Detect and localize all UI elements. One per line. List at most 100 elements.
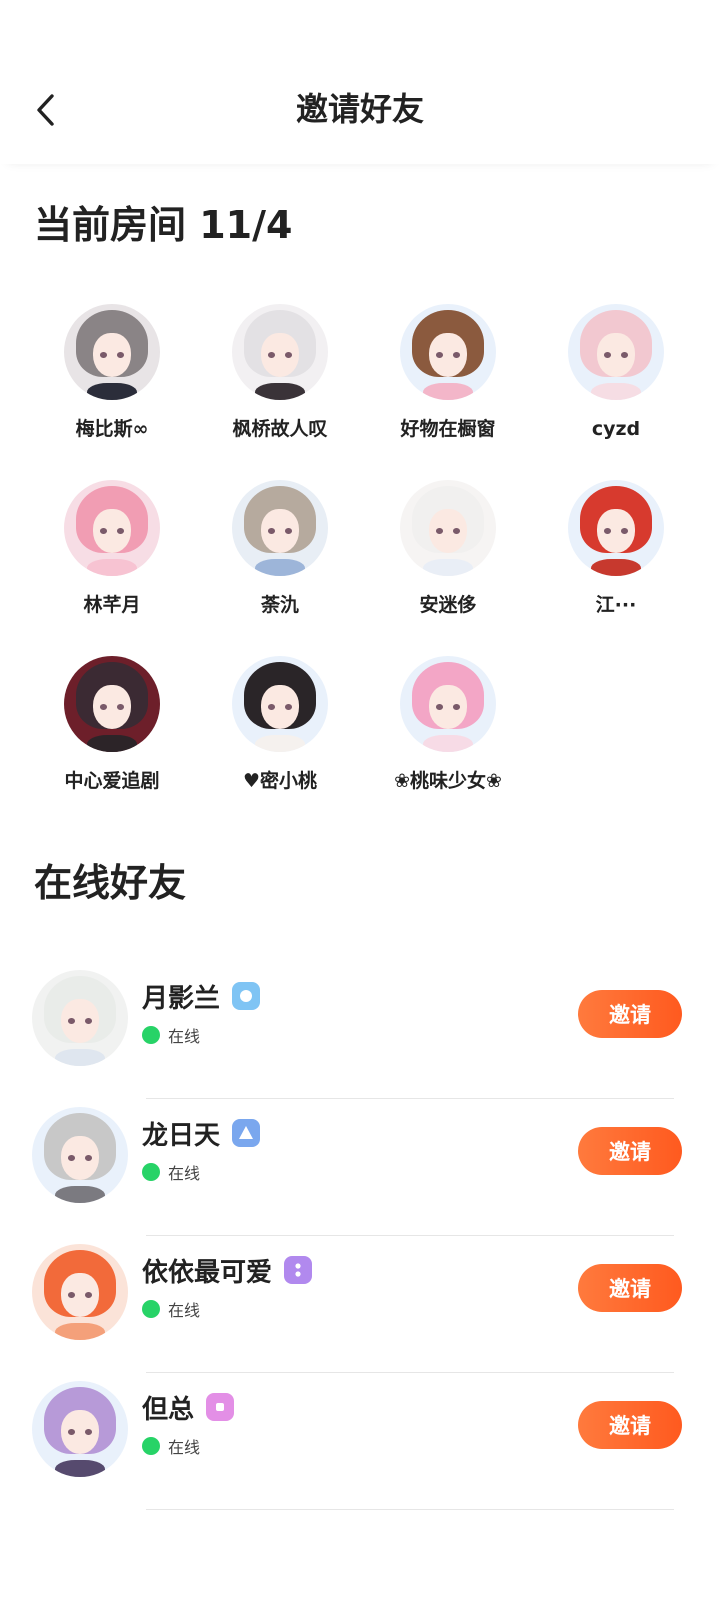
member-name: 好物在橱窗 — [400, 418, 496, 440]
avatar-eye — [284, 704, 292, 710]
avatar-eye — [452, 352, 460, 358]
room-member[interactable]: 中心爱追剧 — [28, 656, 196, 794]
online-dot-icon — [142, 1163, 160, 1181]
avatar — [232, 304, 328, 400]
avatar-eye — [268, 352, 276, 358]
status-bar — [0, 0, 720, 64]
avatar — [400, 656, 496, 752]
avatar-face — [428, 508, 468, 553]
avatar-body — [423, 558, 473, 576]
avatar-body — [423, 734, 473, 752]
avatar — [32, 1244, 128, 1340]
avatar — [400, 480, 496, 576]
avatar — [400, 304, 496, 400]
avatar-face — [60, 998, 100, 1043]
avatar-face — [60, 1409, 100, 1454]
invite-button[interactable]: 邀请 — [578, 990, 682, 1038]
member-name: 江··· — [595, 594, 637, 616]
avatar-face — [428, 684, 468, 729]
online-status-text: 在线 — [168, 1438, 201, 1457]
friend-row: 龙日天在线 邀请 — [0, 1099, 720, 1236]
room-member[interactable]: cyzd — [532, 304, 700, 442]
friend-name-line: 依依最可爱 — [142, 1250, 313, 1290]
avatar-face — [60, 1135, 100, 1180]
avatar-body — [255, 734, 305, 752]
avatar-eye — [268, 528, 276, 534]
avatar-body — [87, 382, 137, 400]
online-friend-list: 月影兰 在线 邀请 龙日天 在线 邀请 依依最可爱 在线 邀请 但总 在线 邀请 — [0, 962, 720, 1510]
avatar-eye — [436, 528, 444, 534]
member-name: 中心爱追剧 — [64, 770, 160, 792]
avatar-body — [423, 382, 473, 400]
room-member-grid: 梅比斯∞ 枫桥故人叹 好物在橱窗 cyzd 林芊月 荼氿 安迷侈 江··· 中心爱追剧 ♥密小桃 ❀… — [0, 304, 720, 794]
invite-button[interactable]: 邀请 — [578, 1264, 682, 1312]
friend-name: 龙日天 — [142, 1120, 221, 1151]
room-member[interactable]: 安迷侈 — [364, 480, 532, 618]
avatar-eye — [84, 1292, 92, 1298]
online-dot-icon — [142, 1300, 160, 1318]
room-member[interactable]: 林芊月 — [28, 480, 196, 618]
online-dot-icon — [142, 1437, 160, 1455]
friend-name: 月影兰 — [142, 983, 221, 1014]
avatar — [568, 480, 664, 576]
avatar-face — [92, 508, 132, 553]
friend-name-line: 龙日天 — [142, 1113, 261, 1153]
online-friends-title: 在线好友 — [34, 861, 187, 905]
avatar-eye — [604, 528, 612, 534]
room-member[interactable]: ❀桃味少女❀ — [364, 656, 532, 794]
level-circle-badge-icon — [232, 982, 261, 1010]
avatar-body — [87, 734, 137, 752]
back-button[interactable] — [22, 86, 70, 134]
avatar-body — [87, 558, 137, 576]
online-dot-icon — [142, 1026, 160, 1044]
avatar-eye — [68, 1429, 76, 1435]
avatar-face — [92, 684, 132, 729]
avatar-face — [596, 508, 636, 553]
invite-button[interactable]: 邀请 — [578, 1401, 682, 1449]
avatar-body — [255, 558, 305, 576]
avatar-face — [260, 332, 300, 377]
avatar-eye — [436, 704, 444, 710]
avatar — [64, 480, 160, 576]
member-name: 安迷侈 — [419, 594, 477, 616]
avatar-eye — [116, 528, 124, 534]
room-member[interactable]: 枫桥故人叹 — [196, 304, 364, 442]
avatar-eye — [452, 528, 460, 534]
online-status: 在线 — [142, 1159, 200, 1185]
online-status: 在线 — [142, 1022, 200, 1048]
member-name: 荼氿 — [260, 594, 299, 616]
avatar-eye — [452, 704, 460, 710]
friend-row: 但总 在线 邀请 — [0, 1373, 720, 1510]
avatar-eye — [84, 1018, 92, 1024]
avatar-body — [591, 558, 641, 576]
avatar-eye — [84, 1429, 92, 1435]
avatar-eye — [68, 1155, 76, 1161]
avatar-eye — [284, 528, 292, 534]
room-member[interactable]: 荼氿 — [196, 480, 364, 618]
level-square-badge-icon — [206, 1393, 235, 1421]
avatar — [32, 970, 128, 1066]
avatar — [232, 656, 328, 752]
room-member[interactable]: 江··· — [532, 480, 700, 618]
avatar-face — [260, 508, 300, 553]
avatar-eye — [68, 1018, 76, 1024]
member-name: ♥密小桃 — [242, 770, 318, 792]
avatar-eye — [620, 352, 628, 358]
room-member[interactable]: ♥密小桃 — [196, 656, 364, 794]
avatar-eye — [68, 1292, 76, 1298]
room-member[interactable]: 梅比斯∞ — [28, 304, 196, 442]
avatar-body — [255, 382, 305, 400]
avatar-eye — [100, 704, 108, 710]
invite-button[interactable]: 邀请 — [578, 1127, 682, 1175]
friend-name-line: 月影兰 — [142, 976, 261, 1016]
room-member[interactable]: 好物在橱窗 — [364, 304, 532, 442]
level-triangle-badge-icon — [232, 1119, 261, 1147]
avatar-face — [428, 332, 468, 377]
avatar-body — [55, 1048, 105, 1066]
online-status-text: 在线 — [168, 1164, 201, 1183]
divider — [146, 1509, 674, 1510]
member-name: 梅比斯∞ — [75, 418, 149, 440]
avatar-eye — [436, 352, 444, 358]
avatar-eye — [100, 352, 108, 358]
avatar-face — [92, 332, 132, 377]
